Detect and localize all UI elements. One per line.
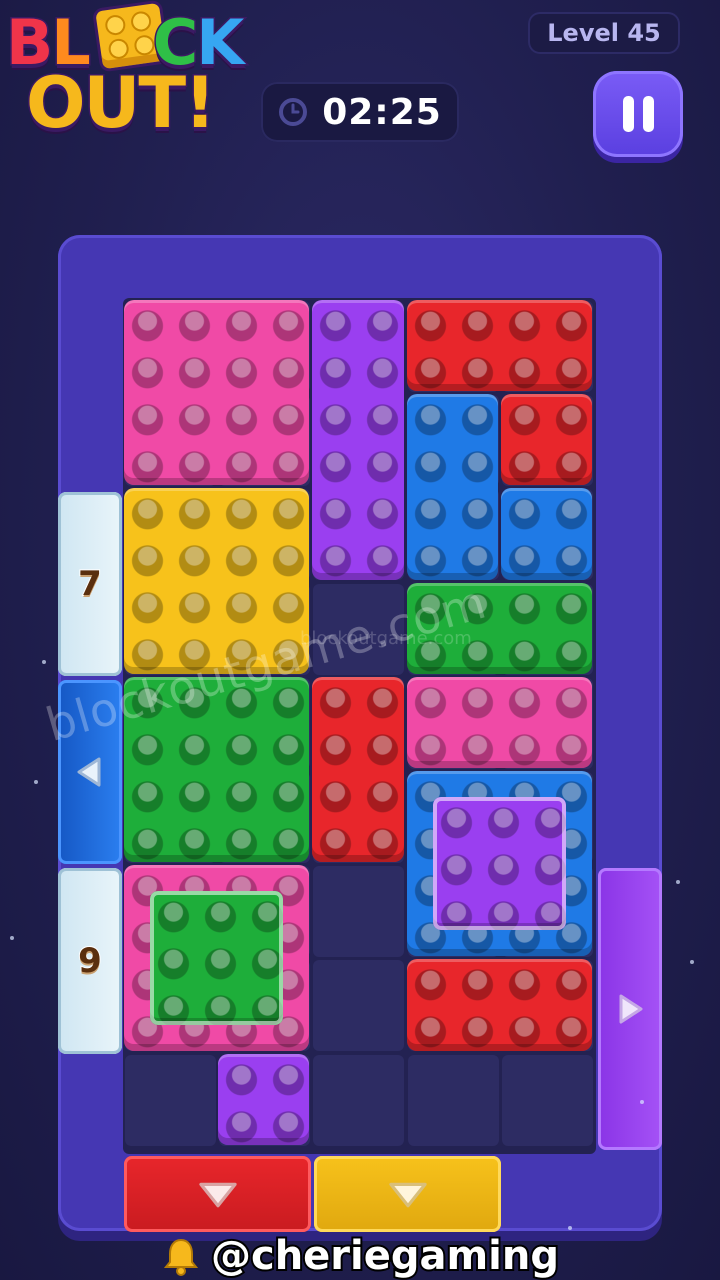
- bottom-gate-red: [124, 1156, 311, 1232]
- empty-cell: [501, 1054, 593, 1146]
- purple-block-tall[interactable]: [312, 300, 404, 580]
- sparkle: [42, 660, 46, 664]
- red-block-bottom[interactable]: [406, 959, 592, 1051]
- level-indicator: Level 45: [528, 12, 680, 54]
- sparkle: [10, 936, 14, 940]
- sparkle: [690, 960, 694, 964]
- pause-icon: [622, 96, 634, 132]
- creator-credit: @cheriegaming: [0, 1231, 720, 1280]
- left-gate-locked-7: 7: [58, 492, 122, 676]
- left-arrow-icon: [77, 757, 101, 787]
- right-arrow-icon: [619, 994, 643, 1024]
- pink-block-middle[interactable]: [406, 676, 592, 768]
- red-block-middle[interactable]: [312, 676, 404, 863]
- empty-cell: [313, 866, 405, 958]
- red-block-top-right[interactable]: [406, 300, 592, 392]
- pause-icon: [642, 96, 654, 132]
- clock-icon: [279, 98, 308, 126]
- sparkle: [640, 1100, 644, 1104]
- sparkle: [34, 780, 38, 784]
- logo-letter: !: [183, 62, 218, 144]
- gate-lock-count: 9: [77, 940, 103, 982]
- empty-cell: [407, 1054, 499, 1146]
- pink-block-top[interactable]: [124, 300, 310, 486]
- left-gate-blue: [58, 680, 122, 864]
- watermark-small: blockoutgame.com: [300, 628, 472, 649]
- empty-cell: [313, 1054, 405, 1146]
- logo-letter: T: [137, 62, 188, 144]
- blue-l-block[interactable]: [406, 394, 498, 580]
- bell-icon: [163, 1238, 199, 1276]
- sparkle: [568, 1226, 572, 1230]
- gate-lock-count: 7: [77, 563, 103, 605]
- bottom-gate-yellow: [314, 1156, 501, 1232]
- creator-handle: @cheriegaming: [209, 1231, 561, 1280]
- red-block-top-right-stem[interactable]: [500, 394, 592, 486]
- logo-word-out: O U T !: [25, 62, 218, 144]
- logo-letter: O: [25, 62, 87, 144]
- sparkle: [676, 880, 680, 884]
- green-block-left[interactable]: [124, 676, 310, 863]
- right-gate-purple: [598, 868, 662, 1150]
- down-arrow-icon: [388, 1182, 427, 1208]
- purple-inner-block[interactable]: [432, 797, 566, 931]
- game-logo: B L C K O U T !: [4, 0, 266, 154]
- timer: 02:25: [261, 82, 459, 142]
- blue-l-block-foot[interactable]: [500, 488, 592, 580]
- down-arrow-icon: [198, 1182, 237, 1208]
- yellow-block[interactable]: [124, 488, 310, 674]
- left-gate-locked-9: 9: [58, 868, 122, 1054]
- empty-cell: [125, 1054, 216, 1146]
- purple-block-small[interactable]: [218, 1053, 310, 1145]
- timer-value: 02:25: [322, 91, 442, 133]
- pause-button[interactable]: [593, 71, 683, 157]
- empty-cell: [313, 960, 405, 1052]
- logo-letter: U: [82, 62, 142, 144]
- green-inner-block[interactable]: [150, 891, 284, 1025]
